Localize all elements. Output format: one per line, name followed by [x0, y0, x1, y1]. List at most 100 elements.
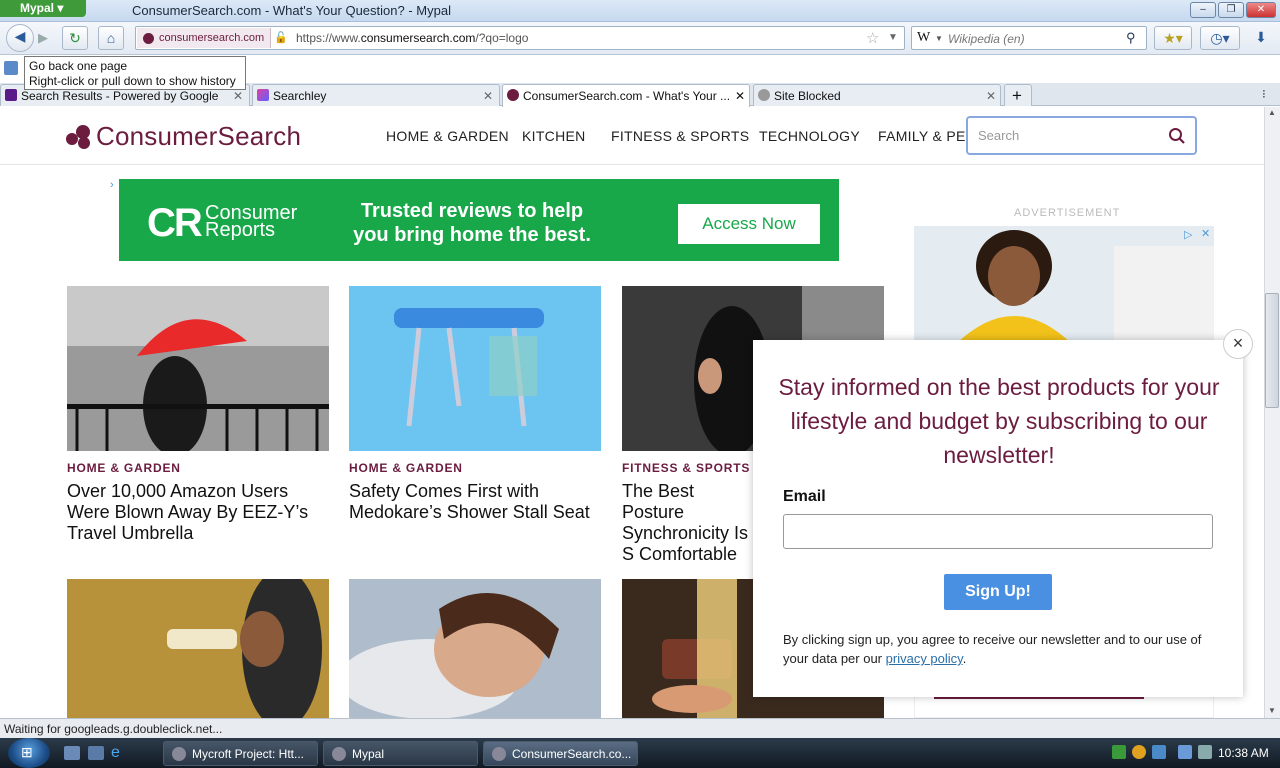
tab-label: Searchley: [273, 89, 327, 103]
sidebar-ad[interactable]: ▷ ✕: [914, 226, 1214, 346]
taskbar-item[interactable]: Mycroft Project: Htt...: [163, 741, 318, 766]
sign-up-button[interactable]: Sign Up!: [944, 574, 1052, 610]
article-category[interactable]: FITNESS & SPORTS: [622, 461, 750, 475]
taskbar-label: ConsumerSearch.co...: [512, 747, 632, 761]
bookmarks-button[interactable]: ★▾: [1154, 26, 1192, 50]
consumer-reports-ad[interactable]: CR Consumer Reports Trusted reviews to he…: [119, 179, 839, 261]
newsletter-modal: Stay informed on the best products for y…: [753, 340, 1243, 697]
mypal-app-icon: [332, 747, 346, 761]
cr-logo: CR: [147, 201, 203, 245]
url-prefix: https://www.: [296, 31, 361, 45]
tab-searchley[interactable]: Searchley ✕: [252, 84, 500, 106]
disclaimer-text: By clicking sign up, you agree to receiv…: [783, 632, 1202, 666]
article-image-shower-seat[interactable]: [349, 286, 601, 451]
search-icon[interactable]: [1168, 127, 1186, 145]
article-title[interactable]: Safety Comes First with Medokare’s Showe…: [349, 481, 601, 523]
home-button[interactable]: ⌂: [98, 26, 124, 50]
adchoices-icon[interactable]: ›: [110, 179, 114, 191]
ie-icon[interactable]: e: [111, 744, 120, 762]
site-identity-label: consumersearch.com: [159, 32, 265, 44]
nav-kitchen[interactable]: KITCHEN: [522, 128, 586, 144]
engine-dropdown-icon[interactable]: ▼: [935, 34, 943, 43]
umbrella-photo: [67, 286, 329, 451]
search-engine-input[interactable]: Wikipedia (en): [948, 32, 1025, 46]
url-text[interactable]: https://www.consumersearch.com/?qo=logo: [296, 31, 528, 45]
page-scrollbar[interactable]: [1264, 107, 1280, 718]
article-title[interactable]: Over 10,000 Amazon Users Were Blown Away…: [67, 481, 333, 544]
article-category[interactable]: HOME & GARDEN: [349, 461, 463, 475]
url-bar[interactable]: consumersearch.com 🔓 https://www.consume…: [135, 26, 905, 50]
history-button[interactable]: ◷▾: [1200, 26, 1240, 50]
tab-list-icon[interactable]: ⁝: [1262, 87, 1266, 101]
status-bar: Waiting for googleads.g.doubleclick.net.…: [0, 718, 1280, 738]
tab-close-icon[interactable]: ✕: [483, 89, 493, 103]
tray-network-icon[interactable]: [1152, 745, 1166, 759]
article-image-pillow[interactable]: [349, 579, 601, 718]
ad-close-icon[interactable]: ✕: [1201, 227, 1210, 240]
taskbar-label: Mypal: [352, 747, 385, 761]
history-clock-icon: ◷▾: [1210, 30, 1230, 46]
article-image-drinking[interactable]: [67, 579, 329, 718]
search-engine-bar[interactable]: W ▼ Wikipedia (en) ⚲: [911, 26, 1147, 50]
consumersearch-favicon-icon: [507, 89, 519, 101]
adchoices-icon[interactable]: ▷: [1184, 228, 1192, 241]
tab-close-icon[interactable]: ✕: [233, 89, 243, 103]
globe-favicon-icon: [758, 89, 770, 101]
site-search-input[interactable]: Search: [966, 116, 1197, 155]
article-category[interactable]: HOME & GARDEN: [67, 461, 181, 475]
back-button[interactable]: ◀: [6, 24, 34, 52]
tab-site-blocked[interactable]: Site Blocked ✕: [753, 84, 1001, 106]
taskbar-item[interactable]: Mypal: [323, 741, 478, 766]
nav-fitness-sports[interactable]: FITNESS & SPORTS: [611, 128, 749, 144]
bookmarks-icon: ★▾: [1163, 30, 1183, 46]
sidebar-search-icon[interactable]: [4, 61, 18, 75]
new-tab-button[interactable]: +: [1004, 84, 1032, 106]
url-dropdown-icon[interactable]: ▼: [888, 32, 898, 43]
close-icon: ×: [1232, 333, 1244, 353]
forward-button[interactable]: ▶: [38, 30, 48, 46]
article-title[interactable]: The Best Posture Synchronicity Is S Comf…: [622, 481, 756, 565]
app-menu-button[interactable]: Mypal ▾: [0, 0, 86, 17]
modal-heading: Stay informed on the best products for y…: [778, 374, 1220, 468]
minimize-button[interactable]: ‒: [1190, 2, 1216, 18]
scroll-up-icon[interactable]: ▲: [1268, 108, 1276, 117]
email-label: Email: [783, 488, 826, 505]
nav-technology[interactable]: TECHNOLOGY: [759, 128, 860, 144]
tab-consumersearch[interactable]: ConsumerSearch.com - What's Your ... ✕: [502, 84, 750, 107]
tray-monitor-icon[interactable]: [1178, 745, 1192, 759]
taskbar-item[interactable]: ConsumerSearch.co...: [483, 741, 638, 766]
downloads-button[interactable]: ⬇: [1248, 26, 1274, 50]
article-image-umbrella[interactable]: [67, 286, 329, 451]
tab-close-icon[interactable]: ✕: [986, 89, 996, 103]
nav-home-garden[interactable]: HOME & GARDEN: [386, 128, 509, 144]
close-window-button[interactable]: ✕: [1246, 2, 1276, 18]
tray-shield-icon[interactable]: [1132, 745, 1146, 759]
modal-close-button[interactable]: ×: [1223, 329, 1253, 359]
tray-volume-icon[interactable]: [1198, 745, 1212, 759]
tab-close-icon[interactable]: ✕: [735, 89, 745, 103]
site-logo-text[interactable]: ConsumerSearch: [96, 121, 301, 152]
plus-icon: +: [1012, 86, 1022, 105]
maximize-button[interactable]: ❐: [1218, 2, 1244, 18]
bookmark-star-icon[interactable]: ☆: [866, 29, 879, 47]
search-go-icon[interactable]: ⚲: [1126, 30, 1136, 46]
cr-brand-name: Consumer Reports: [205, 203, 297, 240]
site-identity[interactable]: consumersearch.com: [137, 28, 272, 48]
tab-label: Site Blocked: [774, 89, 841, 103]
scroll-down-icon[interactable]: ▼: [1268, 706, 1276, 715]
pillow-photo: [349, 579, 601, 718]
child-photo: [914, 226, 1214, 346]
back-arrow-icon: ◀: [14, 28, 26, 44]
modal-disclaimer: By clicking sign up, you agree to receiv…: [783, 630, 1223, 668]
taskbar-clock[interactable]: 10:38 AM: [1218, 746, 1269, 760]
access-now-button[interactable]: Access Now: [678, 204, 820, 244]
privacy-policy-link[interactable]: privacy policy: [886, 651, 963, 666]
scrollbar-thumb[interactable]: [1265, 293, 1279, 408]
switch-windows-icon[interactable]: [88, 746, 104, 760]
start-button[interactable]: ⊞: [8, 738, 50, 768]
email-field[interactable]: [783, 514, 1213, 549]
show-desktop-icon[interactable]: [64, 746, 80, 760]
tray-app-icon[interactable]: [1112, 745, 1126, 759]
wikipedia-icon[interactable]: W: [917, 30, 930, 46]
reload-button[interactable]: ↻: [62, 26, 88, 50]
